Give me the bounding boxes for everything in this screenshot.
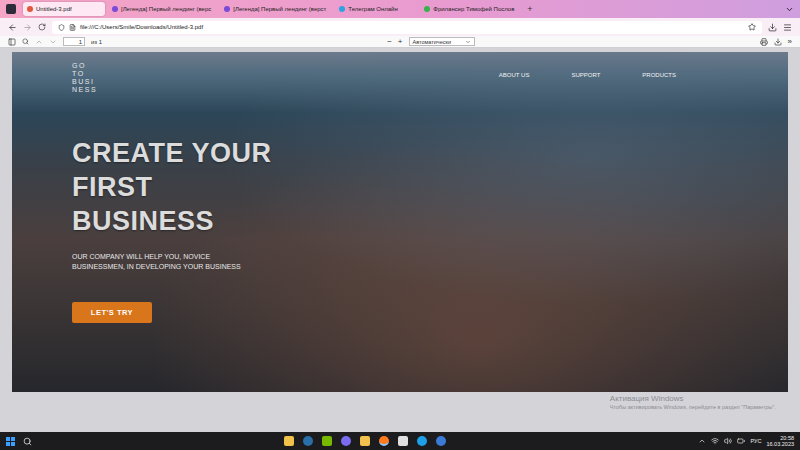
browser-tab[interactable]: [Легенда] Первый лендинг (верс — [108, 2, 217, 16]
zoom-select[interactable]: Автоматически — [409, 37, 475, 46]
nav-link[interactable]: ABOUT US — [499, 72, 530, 78]
tab-bar: Untitled-3.pdf[Легенда] Первый лендинг (… — [0, 0, 800, 18]
app-menu-icon[interactable] — [6, 4, 16, 14]
steam-app-icon[interactable] — [436, 436, 446, 446]
hero-subtitle: OUR COMPANY WILL HELP YOU, NOVICEBUSINES… — [72, 252, 788, 272]
browser-tab[interactable]: Телеграм Онлайн — [335, 2, 417, 16]
file-icon — [69, 24, 76, 31]
favicon-icon — [27, 6, 33, 12]
nav-link[interactable]: SUPPORT — [571, 72, 600, 78]
system-tray: РУС 20:5816.03.2023 — [698, 435, 794, 448]
browser-tab[interactable]: [Легенда] Первый лендинг (верст — [220, 2, 332, 16]
back-icon[interactable] — [8, 23, 17, 32]
page-count: из 1 — [91, 39, 102, 45]
clock-time: 20:58 — [780, 435, 794, 442]
browser-tab[interactable]: Untitled-3.pdf — [23, 2, 105, 16]
logo-line: BUSI — [72, 78, 97, 86]
shield-icon — [58, 24, 65, 31]
activation-watermark: Активация WindowsЧтобы активировать Wind… — [610, 394, 776, 410]
favicon-icon — [224, 6, 230, 12]
tab-list-icon[interactable] — [785, 5, 794, 14]
forward-icon[interactable] — [23, 23, 32, 32]
heading-line: CREATE YOUR — [72, 136, 788, 170]
logo[interactable]: GOTOBUSINESS — [72, 62, 97, 94]
pdf-viewer: GOTOBUSINESSABOUT USSUPPORTPRODUCTSCREAT… — [0, 48, 800, 432]
browser-tab[interactable]: Фрилансер Тимофей Послов — [420, 2, 520, 16]
heading-line: BUSINESS — [72, 204, 788, 238]
print-icon[interactable] — [760, 38, 768, 46]
nvidia-icon[interactable] — [322, 436, 332, 446]
cta-button[interactable]: LET'S TRY — [72, 302, 152, 323]
subtitle-line: BUSINESSMEN, IN DEVELOPING YOUR BUSINESS — [72, 262, 788, 272]
page-header: GOTOBUSINESS ABOUT US SUPPORT PRODUCTS — [72, 62, 788, 94]
explorer-icon[interactable] — [360, 436, 370, 446]
zoom-in-button[interactable]: + — [398, 38, 403, 46]
skype-icon[interactable] — [417, 436, 427, 446]
save-icon[interactable] — [774, 38, 782, 46]
favicon-icon — [112, 6, 118, 12]
dropdown-icon — [465, 39, 471, 45]
steam-icon[interactable] — [303, 436, 313, 446]
favicon-icon — [424, 6, 430, 12]
search-icon[interactable] — [22, 38, 29, 45]
page-number-input[interactable]: 1 — [63, 37, 85, 46]
subtitle-line: OUR COMPANY WILL HELP YOU, NOVICE — [72, 252, 788, 262]
clock-date: 16.03.2023 — [766, 441, 794, 448]
logo-line: NESS — [72, 86, 97, 94]
tray-expand-icon[interactable] — [698, 437, 706, 445]
language-indicator[interactable]: РУС — [750, 438, 761, 444]
desktop-screen: Untitled-3.pdf[Легенда] Первый лендинг (… — [0, 0, 800, 450]
watermark-text: Чтобы активировать Windows, перейдите в … — [610, 404, 776, 410]
url-field[interactable]: file:///C:/Users/Smile/Downloads/Untitle… — [52, 21, 762, 34]
new-tab-button[interactable]: + — [523, 4, 536, 14]
address-bar: file:///C:/Users/Smile/Downloads/Untitle… — [0, 18, 800, 36]
hero-heading: CREATE YOURFIRSTBUSINESS — [72, 136, 788, 238]
previous-page-icon[interactable] — [35, 38, 43, 46]
search-icon[interactable] — [23, 437, 32, 446]
app-icon[interactable] — [398, 436, 408, 446]
windows-start-icon[interactable] — [6, 437, 15, 446]
battery-icon[interactable] — [737, 437, 745, 445]
wifi-icon[interactable] — [711, 437, 719, 445]
clock[interactable]: 20:5816.03.2023 — [766, 435, 794, 448]
heading-line: FIRST — [72, 170, 788, 204]
menu-icon[interactable] — [783, 23, 792, 32]
pdf-page: GOTOBUSINESSABOUT USSUPPORTPRODUCTSCREAT… — [12, 52, 788, 392]
next-page-icon[interactable] — [49, 38, 57, 46]
more-tools-button[interactable]: » — [788, 38, 792, 46]
firefox-icon[interactable] — [379, 436, 389, 446]
volume-icon[interactable] — [724, 437, 732, 445]
logo-line: GO — [72, 62, 97, 70]
zoom-out-button[interactable]: − — [387, 38, 392, 46]
taskbar-apps — [40, 436, 690, 446]
favicon-icon — [339, 6, 345, 12]
discord-icon[interactable] — [341, 436, 351, 446]
taskbar: РУС 20:5816.03.2023 — [0, 432, 800, 450]
sidebar-toggle-icon[interactable] — [8, 38, 16, 46]
store-icon[interactable] — [284, 436, 294, 446]
watermark-title: Активация Windows — [610, 394, 776, 403]
download-icon[interactable] — [768, 23, 777, 32]
nav-link[interactable]: PRODUCTS — [642, 72, 676, 78]
pdf-toolbar: 1 из 1 −+ Автоматически » — [0, 36, 800, 48]
logo-line: TO — [72, 70, 97, 78]
bookmark-star-icon[interactable] — [748, 23, 756, 31]
nav: ABOUT US SUPPORT PRODUCTS — [499, 72, 676, 78]
reload-icon[interactable] — [38, 23, 46, 31]
